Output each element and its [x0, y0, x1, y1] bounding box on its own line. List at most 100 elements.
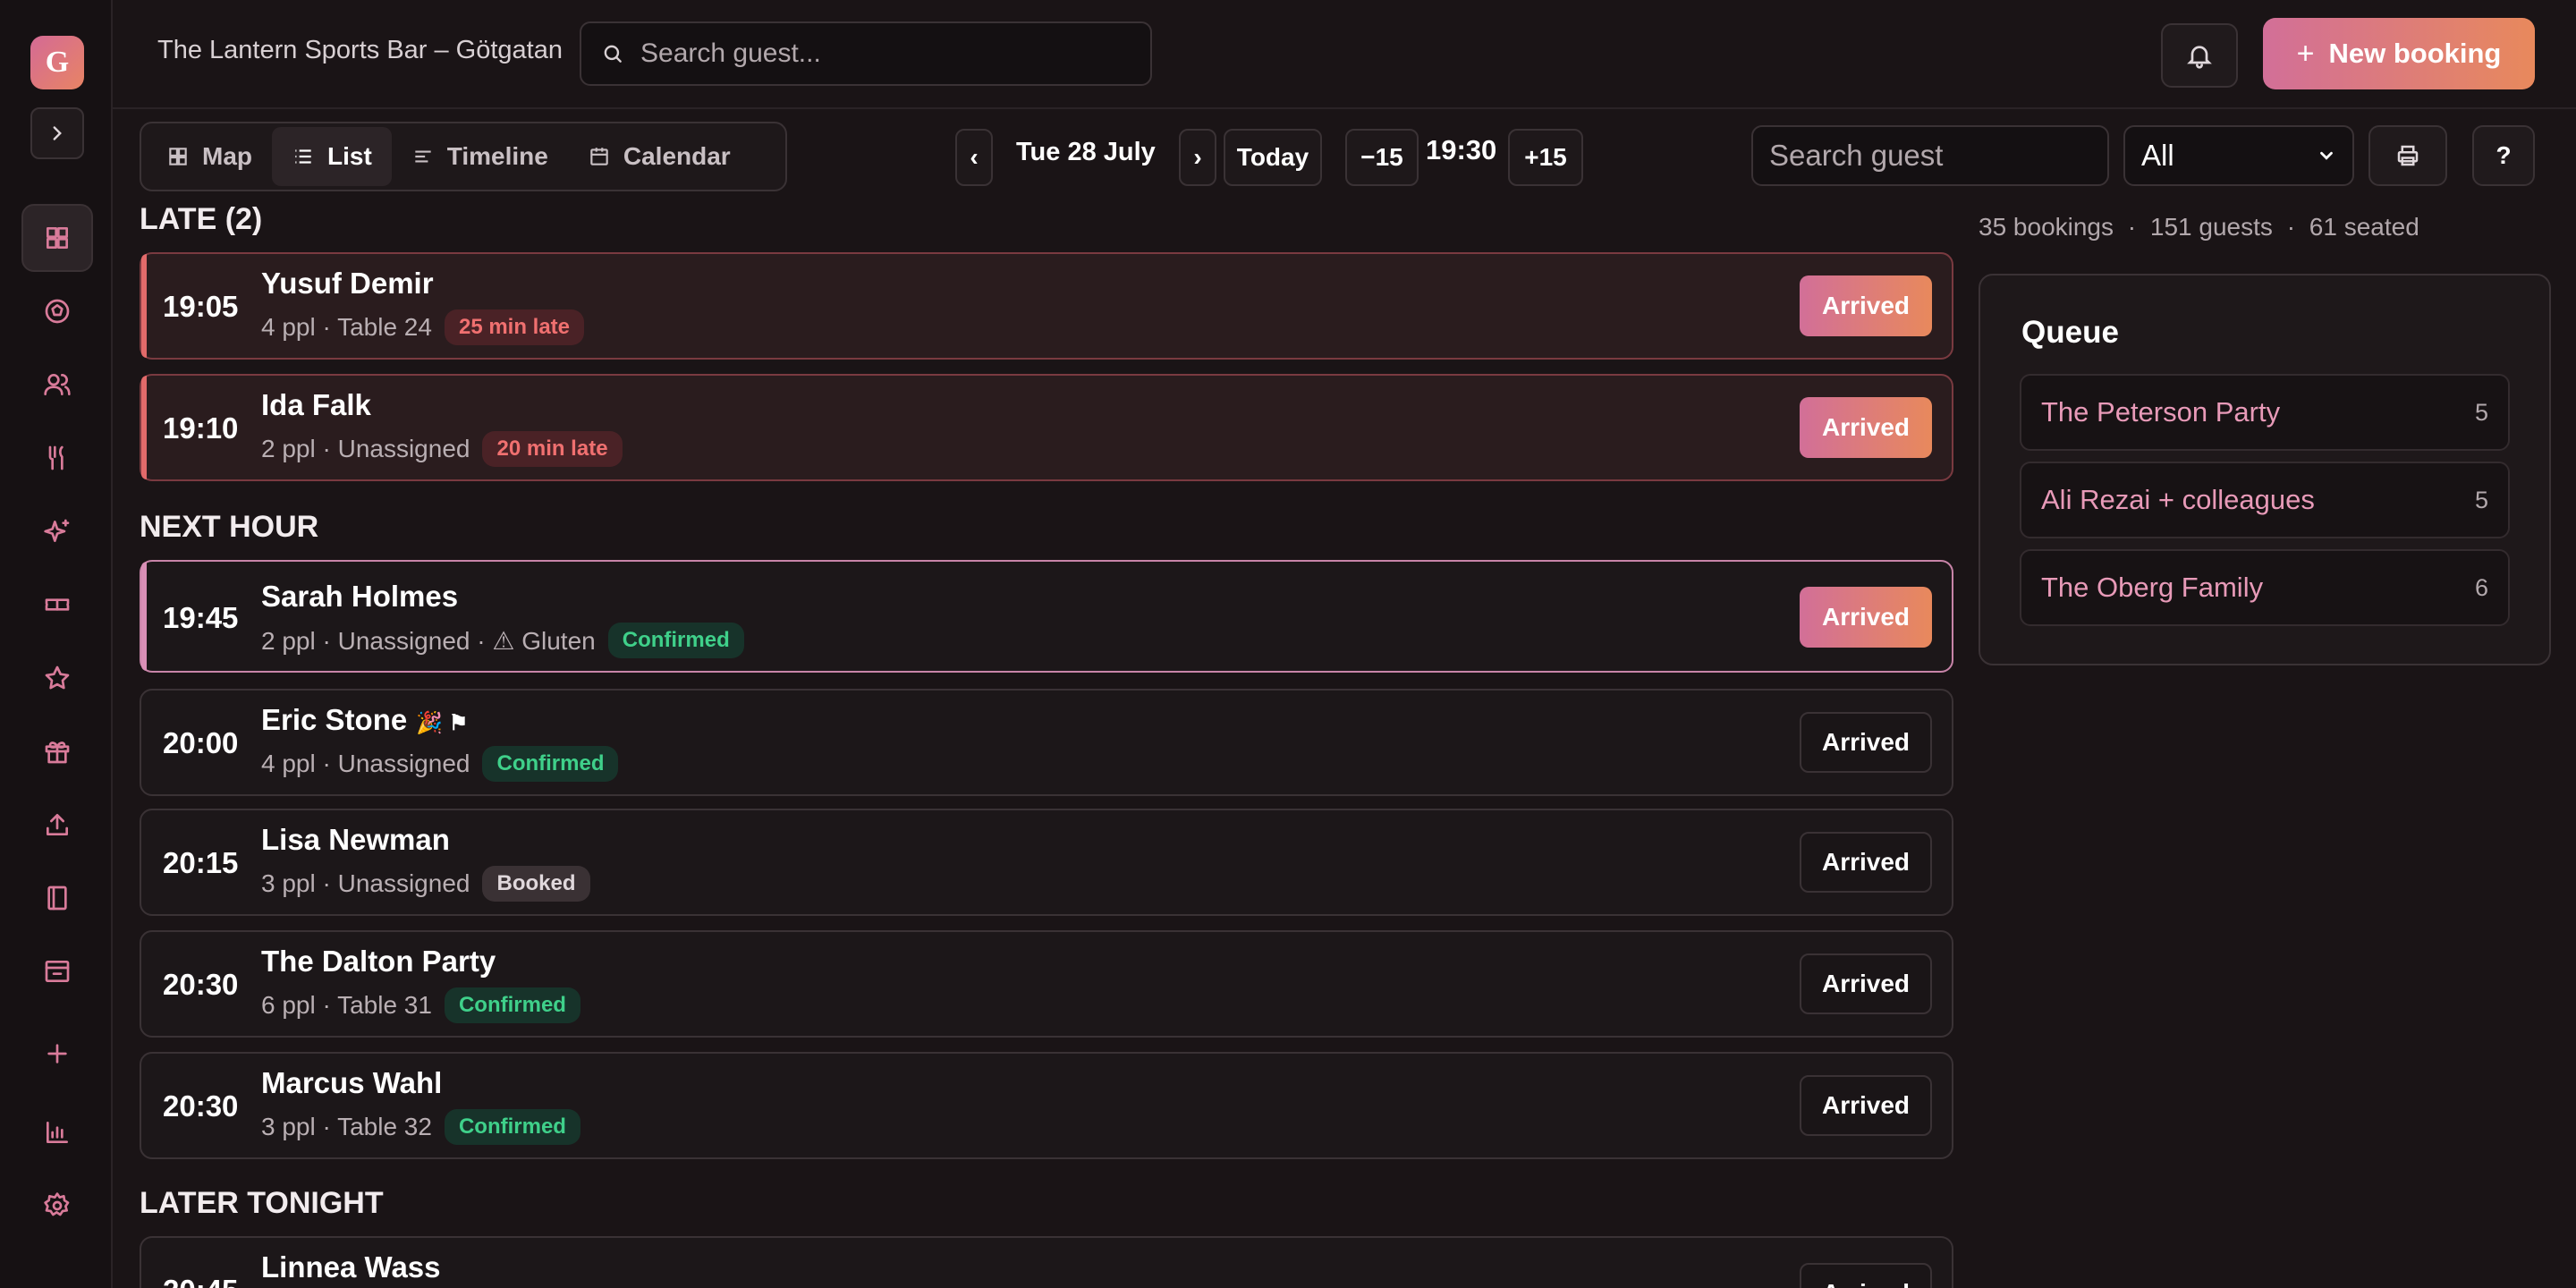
plus-icon: + — [2296, 36, 2315, 71]
booking-time: 19:05 — [163, 290, 239, 323]
filter-select[interactable]: All — [2123, 125, 2354, 186]
status-badge: Confirmed — [444, 1109, 580, 1145]
sidebar-item-add[interactable] — [21, 1020, 93, 1088]
guest-name-wrapper: Eric Stone 🎉 ⚑ — [261, 703, 468, 737]
prev-day-button[interactable]: ‹ — [955, 129, 993, 186]
plus-15-button[interactable]: +15 — [1508, 129, 1583, 186]
tab-map[interactable]: Map — [147, 127, 272, 186]
upload-icon — [47, 814, 68, 835]
today-button[interactable]: Today — [1224, 129, 1322, 186]
booking-details: 6 ppl · Table 31 — [261, 991, 432, 1019]
list-icon — [295, 149, 311, 164]
tab-timeline[interactable]: Timeline — [392, 127, 568, 186]
queue-item[interactable]: The Oberg Family 6 — [2020, 549, 2510, 626]
map-grid-icon — [169, 148, 187, 165]
status-badge: Confirmed — [444, 987, 580, 1023]
chevron-down-icon — [2320, 151, 2333, 160]
booking-row[interactable]: 20:15 Lisa Newman 3 ppl · Unassigned Boo… — [140, 809, 1953, 916]
sidebar-collapse-button[interactable] — [30, 107, 84, 159]
sidebar-item-settings[interactable] — [21, 1172, 93, 1240]
utensils-icon — [48, 445, 64, 470]
search-guest-input[interactable]: Search guest — [1751, 125, 2109, 186]
layout-icon — [45, 961, 70, 982]
booking-details: 2 ppl · Unassigned · ⚠ Gluten — [261, 626, 596, 655]
sidebar-item-gifts[interactable] — [21, 717, 93, 785]
queue-item[interactable]: The Peterson Party 5 — [2020, 374, 2510, 451]
current-time: 19:30 — [1426, 134, 1497, 165]
soccer-ball-icon — [45, 299, 70, 324]
filter-value: All — [2141, 139, 2174, 172]
arrived-button[interactable]: Arrived — [1800, 275, 1932, 336]
booking-row[interactable]: 19:10 Ida Falk 2 ppl · Unassigned 20 min… — [140, 374, 1953, 481]
guest-name: Yusuf Demir — [261, 267, 434, 300]
minus-15-button[interactable]: −15 — [1345, 129, 1419, 186]
grid-icon — [47, 227, 68, 249]
booking-row[interactable]: 20:30 Marcus Wahl 3 ppl · Table 32 Confi… — [140, 1052, 1953, 1159]
booking-meta: 4 ppl · Table 24 25 min late — [261, 309, 585, 345]
sparkle-icon — [44, 519, 70, 542]
sidebar-item-menu[interactable] — [21, 424, 93, 492]
current-date: Tue 28 July — [1016, 138, 1156, 166]
guest-search-input[interactable]: Search guest... — [580, 21, 1152, 86]
booking-row[interactable]: 19:05 Yusuf Demir 4 ppl · Table 24 25 mi… — [140, 252, 1953, 360]
sidebar-item-favorites[interactable] — [21, 644, 93, 712]
app-logo[interactable]: G — [30, 36, 84, 89]
sidebar-item-layout[interactable] — [21, 937, 93, 1005]
booking-time: 20:15 — [163, 846, 239, 879]
sidebar-item-guests[interactable] — [21, 351, 93, 419]
sidebar-item-sports[interactable] — [21, 277, 93, 345]
bell-icon — [2187, 46, 2212, 69]
tab-list[interactable]: List — [272, 127, 392, 186]
print-button[interactable] — [2368, 125, 2447, 186]
users-icon — [44, 374, 71, 395]
booking-row[interactable]: 20:00 Eric Stone 🎉 ⚑ 4 ppl · Unassigned C… — [140, 689, 1953, 796]
arrived-button[interactable]: Arrived — [1800, 832, 1932, 893]
arrived-button[interactable]: Arrived — [1800, 1075, 1932, 1136]
book-icon — [47, 886, 67, 911]
help-button[interactable]: ? — [2472, 125, 2535, 186]
search-icon — [604, 45, 622, 63]
tab-label: List — [327, 142, 372, 170]
sidebar-item-reservations-book[interactable] — [21, 864, 93, 932]
sidebar-item-dashboard[interactable] — [21, 204, 93, 272]
arrived-button[interactable]: Arrived — [1800, 712, 1932, 773]
tab-calendar[interactable]: Calendar — [568, 127, 750, 186]
booking-time: 20:30 — [163, 1089, 239, 1123]
booking-row[interactable]: 20:45 Linnea Wass Arrived — [140, 1236, 1953, 1288]
timeline-icon — [415, 150, 431, 163]
sidebar-item-tickets[interactable] — [21, 571, 93, 639]
ticket-icon — [45, 598, 70, 611]
star-icon — [45, 665, 70, 690]
booking-details: 2 ppl · Unassigned — [261, 435, 470, 462]
guest-name: The Dalton Party — [261, 945, 496, 978]
bookings-count: 35 bookings — [1979, 213, 2114, 241]
section-later-heading: LATER TONIGHT — [140, 1186, 384, 1220]
notifications-button[interactable] — [2161, 23, 2238, 88]
queue-item-count: 6 — [2474, 573, 2488, 601]
booking-details: 4 ppl · Table 24 — [261, 313, 432, 341]
booking-row[interactable]: 19:45 Sarah Holmes 2 ppl · Unassigned · … — [140, 560, 1953, 673]
arrived-button[interactable]: Arrived — [1800, 1263, 1932, 1288]
search-guest-placeholder: Search guest — [1769, 139, 1944, 172]
new-booking-label: New booking — [2328, 38, 2502, 69]
booking-details: 3 ppl · Unassigned — [261, 869, 470, 897]
queue-item[interactable]: Ali Rezai + colleagues 5 — [2020, 462, 2510, 538]
bar-chart-icon — [47, 1122, 68, 1143]
celebration-flag-icons: 🎉 ⚑ — [416, 711, 469, 735]
queue-item-name: The Peterson Party — [2041, 396, 2281, 428]
sidebar-item-ai[interactable] — [21, 497, 93, 565]
guest-name: Linnea Wass — [261, 1250, 441, 1284]
new-booking-button[interactable]: + New booking — [2263, 18, 2535, 89]
booking-time: 20:00 — [163, 726, 239, 759]
section-late-heading: LATE (2) — [140, 202, 263, 236]
booking-row[interactable]: 20:30 The Dalton Party 6 ppl · Table 31 … — [140, 930, 1953, 1038]
booking-meta: 3 ppl · Unassigned Booked — [261, 866, 590, 902]
sidebar-item-reports[interactable] — [21, 1098, 93, 1166]
arrived-button[interactable]: Arrived — [1800, 587, 1932, 648]
status-badge: Booked — [482, 866, 590, 902]
arrived-button[interactable]: Arrived — [1800, 953, 1932, 1014]
arrived-button[interactable]: Arrived — [1800, 397, 1932, 458]
sidebar-item-export[interactable] — [21, 791, 93, 859]
next-day-button[interactable]: › — [1179, 129, 1216, 186]
gift-icon — [45, 741, 70, 764]
